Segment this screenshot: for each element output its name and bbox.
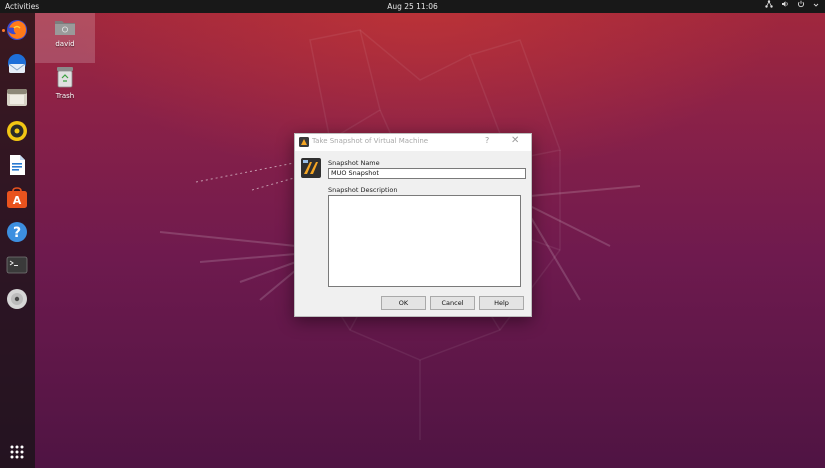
top-bar: Activities Aug 25 11:06 (0, 0, 825, 13)
clock[interactable]: Aug 25 11:06 (0, 0, 825, 13)
ubuntu-software-icon[interactable]: A (5, 186, 29, 210)
take-snapshot-dialog: Take Snapshot of Virtual Machine ? ✕ Sna… (294, 133, 532, 317)
snapshot-description-textarea[interactable] (328, 195, 521, 287)
close-icon[interactable]: ✕ (511, 135, 519, 146)
snapshot-name-input[interactable] (328, 168, 526, 179)
files-icon[interactable] (5, 85, 29, 109)
dialog-titlebar[interactable]: Take Snapshot of Virtual Machine ? ✕ (295, 134, 531, 151)
volume-icon[interactable] (781, 0, 789, 13)
network-icon[interactable] (765, 0, 773, 13)
help-button[interactable]: Help (479, 296, 524, 310)
desktop-icon-label: Trash (55, 92, 75, 100)
virtualbox-icon (299, 137, 309, 147)
desktop-icon-trash[interactable]: Trash (35, 66, 95, 100)
help-icon[interactable]: ? (5, 220, 29, 244)
home-folder-icon (55, 21, 75, 35)
dialog-help-icon[interactable]: ? (485, 136, 489, 145)
dock: A ? (0, 13, 35, 468)
system-menu-chevron-icon[interactable] (813, 0, 819, 13)
desktop-icon-home[interactable]: david (35, 13, 95, 63)
optical-disc-icon[interactable] (5, 287, 29, 311)
activities-button[interactable]: Activities (5, 0, 39, 13)
libreoffice-writer-icon[interactable] (5, 153, 29, 177)
svg-text:A: A (13, 194, 22, 207)
terminal-icon[interactable] (5, 253, 29, 277)
firefox-icon[interactable] (5, 18, 29, 42)
firefox-running-indicator (2, 29, 5, 32)
desktop-icon-label: david (55, 40, 75, 48)
snapshot-camera-icon (301, 158, 321, 178)
system-tray[interactable] (765, 0, 819, 13)
ok-button[interactable]: OK (381, 296, 426, 310)
dialog-title: Take Snapshot of Virtual Machine (312, 137, 429, 145)
cancel-button[interactable]: Cancel (430, 296, 475, 310)
rhythmbox-icon[interactable] (5, 119, 29, 143)
snapshot-name-label: Snapshot Name (328, 159, 380, 167)
snapshot-description-label: Snapshot Description (328, 186, 398, 194)
show-applications-icon[interactable] (5, 440, 29, 464)
thunderbird-icon[interactable] (5, 52, 29, 76)
trash-icon (57, 67, 73, 88)
svg-text:?: ? (13, 225, 21, 241)
power-icon[interactable] (797, 0, 805, 13)
